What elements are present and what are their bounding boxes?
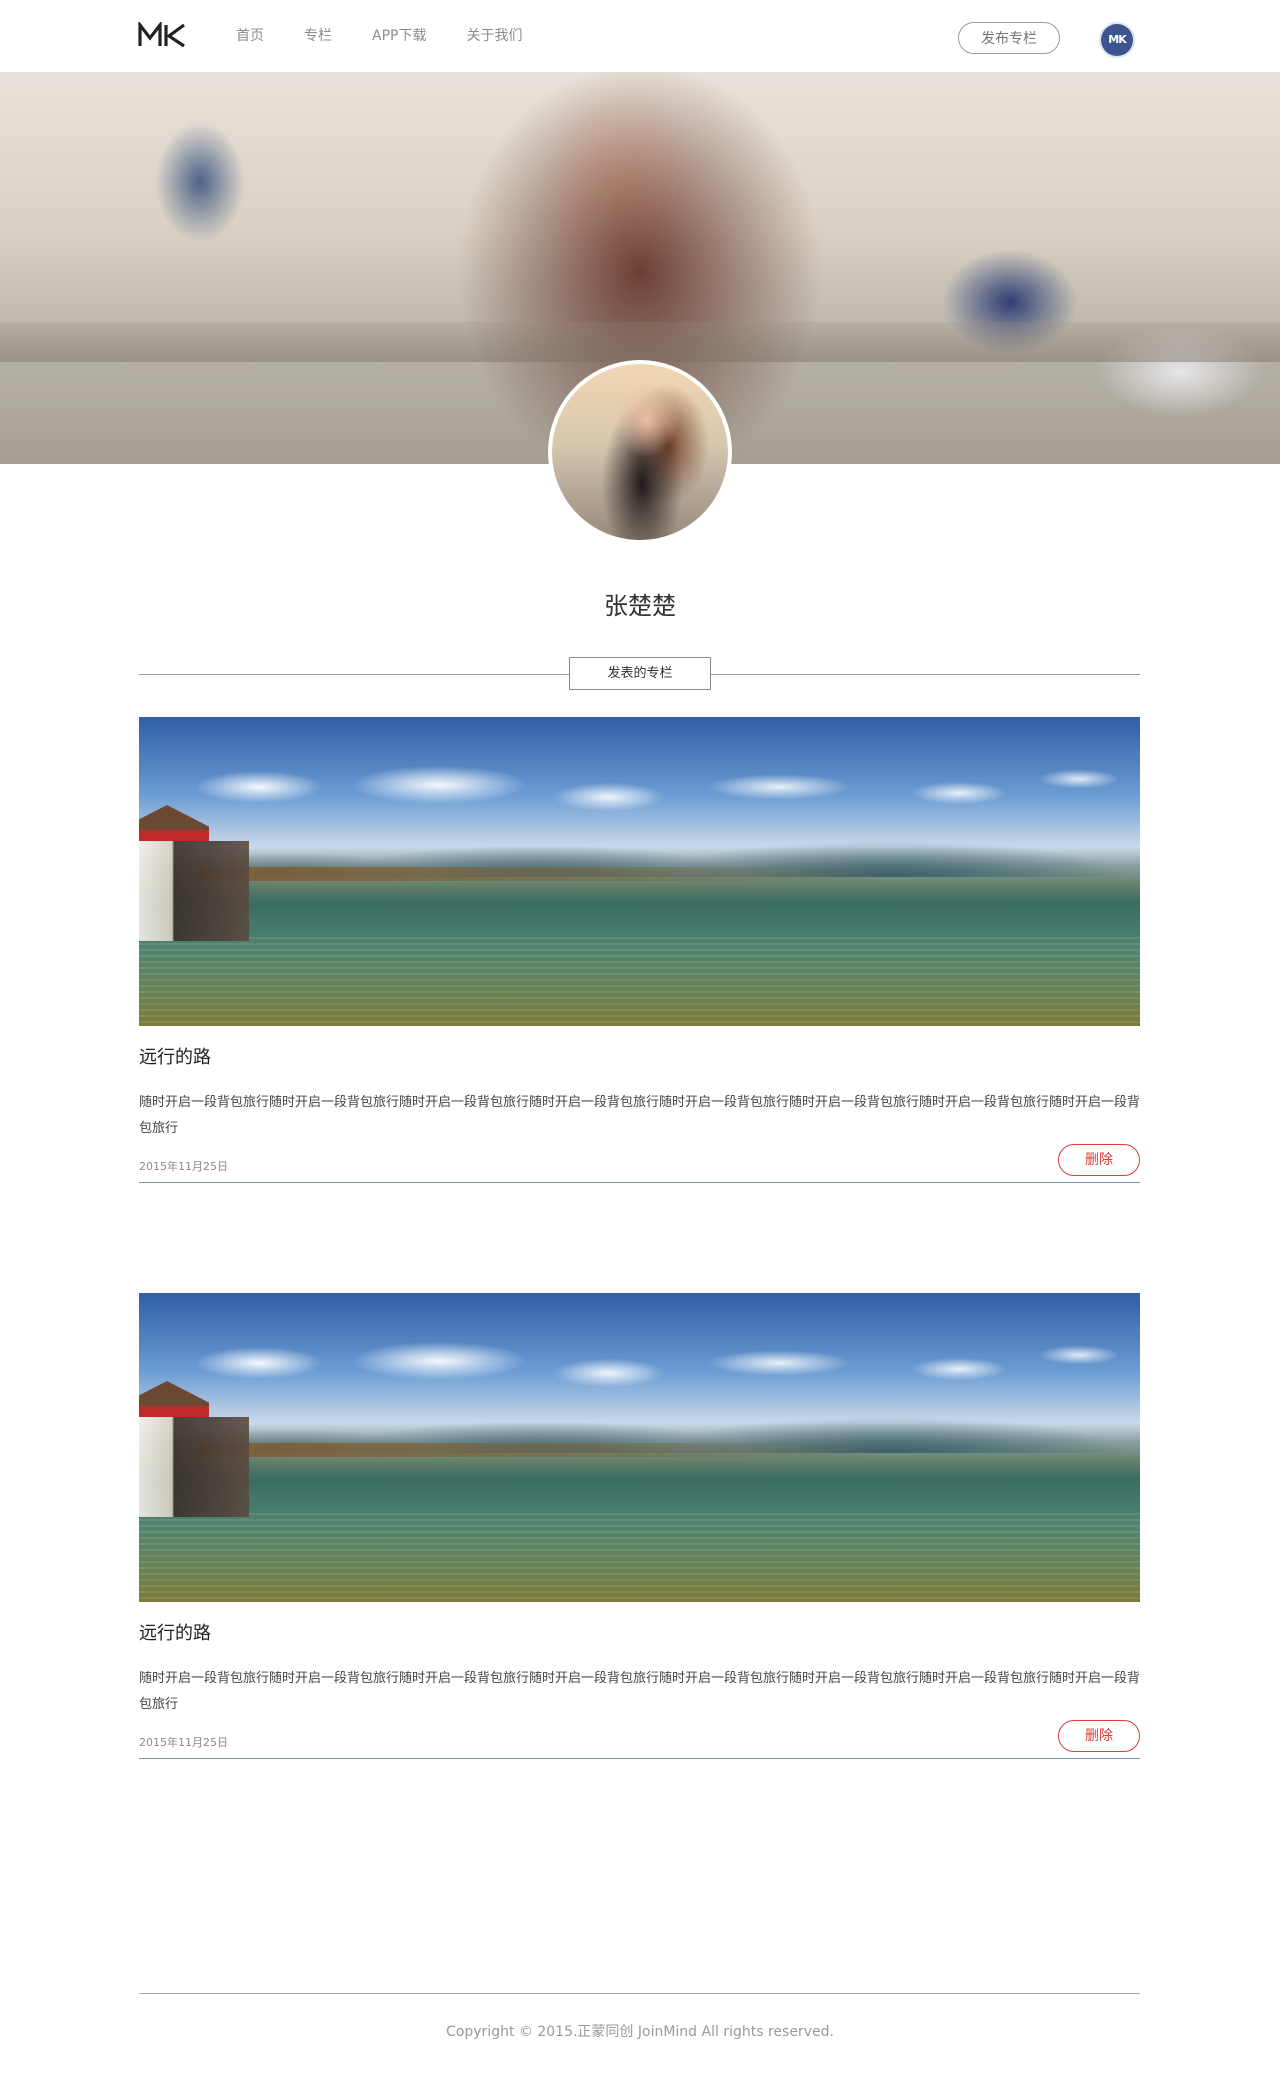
footer-copyright: Copyright © 2015.正蒙同创 JoinMind All right…: [446, 2024, 834, 2040]
publish-column-button[interactable]: 发布专栏: [958, 22, 1060, 54]
article-date: 2015年11月25日: [139, 1736, 228, 1749]
nav-item-app-download[interactable]: APP下载: [372, 0, 426, 72]
article-card: 远行的路 随时开启一段背包旅行随时开启一段背包旅行随时开启一段背包旅行随时开启一…: [139, 1293, 1140, 1759]
image-clouds: [139, 757, 1140, 817]
image-water: [139, 937, 1140, 1026]
delete-button[interactable]: 删除: [1058, 1720, 1140, 1752]
pavilion-body: [139, 841, 249, 941]
image-pavilion: [139, 1381, 249, 1531]
image-pavilion: [139, 805, 249, 955]
profile-avatar: [548, 360, 732, 544]
article-footer: 2015年11月25日 删除: [139, 1142, 1140, 1183]
article-cover-image[interactable]: [139, 1293, 1140, 1602]
profile-name: 张楚楚: [604, 592, 676, 620]
section-title-published-columns: 发表的专栏: [569, 657, 711, 690]
nav-item-about[interactable]: 关于我们: [466, 0, 522, 72]
article-cover-image[interactable]: [139, 717, 1140, 1026]
cover-ground-band: [0, 322, 1280, 362]
pavilion-body: [139, 1417, 249, 1517]
image-water: [139, 1513, 1140, 1602]
article-date: 2015年11月25日: [139, 1160, 228, 1173]
top-header: 首页 专栏 APP下载 关于我们 发布专栏 MK: [0, 0, 1280, 72]
image-clouds: [139, 1333, 1140, 1393]
article-title[interactable]: 远行的路: [139, 1046, 1140, 1070]
article-title[interactable]: 远行的路: [139, 1622, 1140, 1646]
nav-item-home[interactable]: 首页: [236, 0, 264, 72]
pavilion-roof: [139, 1381, 209, 1417]
mk-logo-icon[interactable]: [138, 22, 188, 48]
article-summary: 随时开启一段背包旅行随时开启一段背包旅行随时开启一段背包旅行随时开启一段背包旅行…: [139, 1095, 1141, 1136]
image-shore: [199, 1443, 899, 1457]
delete-button[interactable]: 删除: [1058, 1144, 1140, 1176]
user-avatar[interactable]: MK: [1101, 24, 1133, 56]
main-nav: 首页 专栏 APP下载 关于我们: [236, 0, 562, 72]
article-summary: 随时开启一段背包旅行随时开启一段背包旅行随时开启一段背包旅行随时开启一段背包旅行…: [139, 1671, 1141, 1712]
article-footer: 2015年11月25日 删除: [139, 1718, 1140, 1759]
image-shore: [199, 867, 899, 881]
nav-item-columns[interactable]: 专栏: [304, 0, 332, 72]
footer-divider: [139, 1993, 1140, 1994]
pavilion-roof: [139, 805, 209, 841]
article-card: 远行的路 随时开启一段背包旅行随时开启一段背包旅行随时开启一段背包旅行随时开启一…: [139, 717, 1140, 1183]
